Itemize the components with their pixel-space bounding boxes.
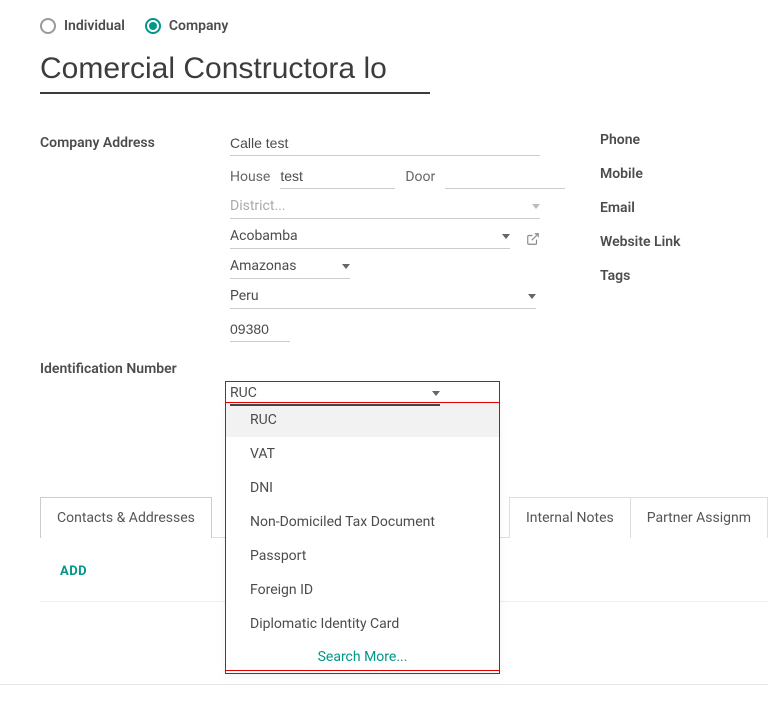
district-placeholder: District... [230, 198, 522, 214]
caret-down-icon [432, 391, 440, 396]
dropdown-option[interactable]: Foreign ID [226, 573, 499, 607]
tab-internal-notes[interactable]: Internal Notes [509, 497, 631, 538]
caret-down-icon [502, 234, 510, 239]
dropdown-option[interactable]: VAT [226, 437, 499, 471]
caret-down-icon [528, 294, 536, 299]
partner-type-radios: Individual Company [40, 18, 768, 34]
id-type-select[interactable]: RUC [230, 385, 440, 406]
district-select[interactable]: District... [230, 198, 540, 219]
radio-company[interactable]: Company [145, 18, 228, 34]
region-select[interactable]: Amazonas [230, 258, 350, 279]
external-link-icon[interactable] [526, 232, 540, 246]
tab-partner-assignment[interactable]: Partner Assignm [631, 497, 768, 538]
door-input[interactable] [445, 165, 565, 189]
dropdown-search-more[interactable]: Search More... [226, 641, 499, 671]
label-phone: Phone [600, 132, 680, 148]
radio-icon [145, 18, 161, 34]
tab-contacts-addresses[interactable]: Contacts & Addresses [40, 497, 212, 538]
label-mobile: Mobile [600, 166, 680, 182]
dropdown-option[interactable]: RUC [226, 403, 499, 437]
dropdown-option[interactable]: Passport [226, 539, 499, 573]
street-input[interactable] [230, 132, 540, 156]
region-value: Amazonas [230, 258, 332, 274]
radio-icon [40, 18, 56, 34]
id-type-value: RUC [230, 385, 257, 401]
company-name-input[interactable] [40, 48, 430, 94]
id-type-dropdown: RUC VAT DNI Non-Domiciled Tax Document P… [225, 402, 500, 674]
country-value: Peru [230, 288, 518, 304]
label-email: Email [600, 200, 680, 216]
add-contact-button[interactable]: ADD [60, 564, 87, 579]
label-tags: Tags [600, 268, 680, 284]
dropdown-option[interactable]: Diplomatic Identity Card [226, 607, 499, 641]
divider [0, 684, 768, 685]
caret-down-icon [342, 264, 350, 269]
house-input[interactable] [280, 165, 395, 189]
radio-label: Company [169, 18, 228, 34]
house-label: House [230, 169, 270, 185]
city-select[interactable]: Acobamba [230, 228, 510, 249]
dropdown-option[interactable]: DNI [226, 471, 499, 505]
country-select[interactable]: Peru [230, 288, 536, 309]
label-company-address: Company Address [40, 135, 230, 151]
radio-individual[interactable]: Individual [40, 18, 125, 34]
radio-label: Individual [64, 18, 125, 34]
caret-down-icon [532, 204, 540, 209]
label-identification-number: Identification Number [40, 361, 230, 377]
zip-input[interactable] [230, 318, 290, 342]
dropdown-option[interactable]: Non-Domiciled Tax Document [226, 505, 499, 539]
door-label: Door [405, 169, 435, 185]
label-website: Website Link [600, 234, 680, 250]
city-value: Acobamba [230, 228, 502, 244]
